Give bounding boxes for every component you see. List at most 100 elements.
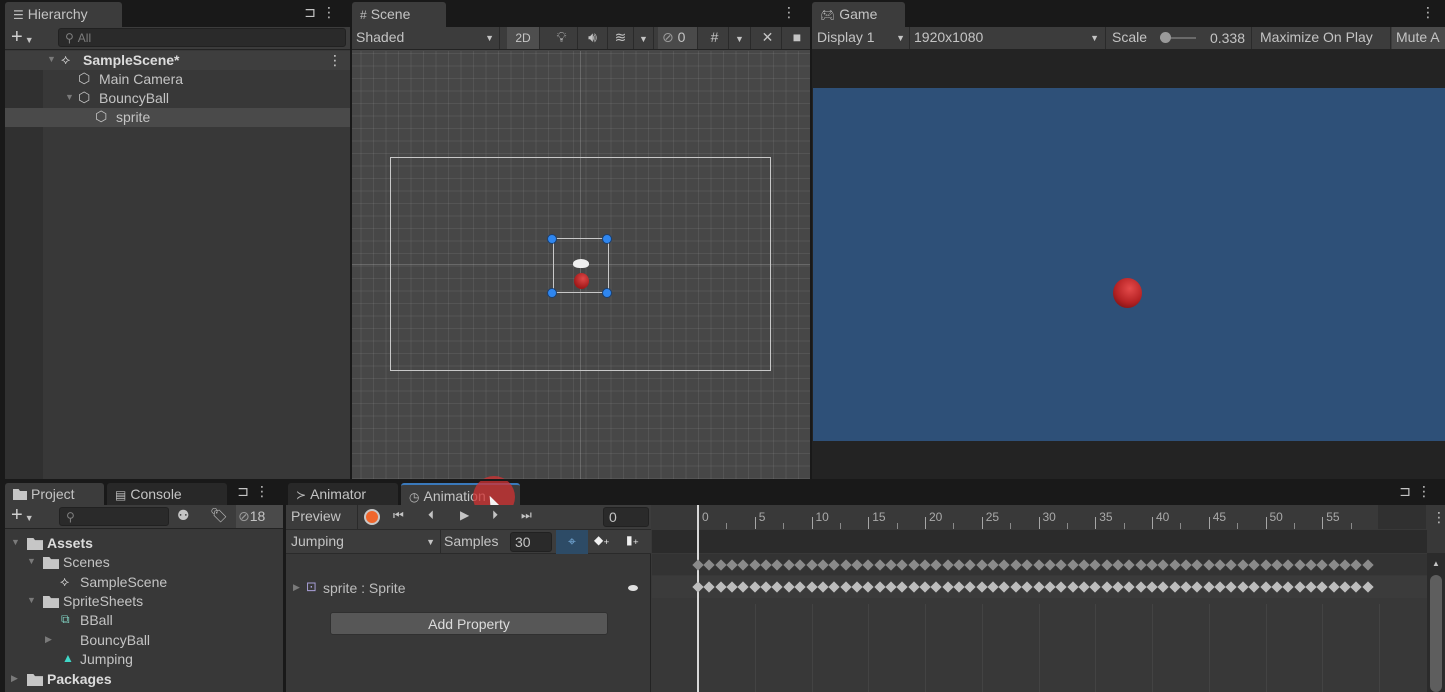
hidden-packages-toggle[interactable]: ⊘18 <box>236 505 283 528</box>
expand-arrow-icon[interactable]: ▼ <box>47 54 59 64</box>
lock-icon[interactable]: ⊐ <box>237 483 255 499</box>
project-row-assets[interactable]: ▼ Assets <box>5 534 283 553</box>
scene-viewport[interactable] <box>352 51 810 479</box>
window-divider <box>0 479 1445 481</box>
expand-arrow-icon[interactable]: ▼ <box>27 595 39 605</box>
expand-arrow-icon[interactable]: ▼ <box>65 92 77 102</box>
expand-arrow-icon[interactable]: ▼ <box>27 556 39 566</box>
project-row-jumping[interactable]: ▲ Jumping <box>5 650 283 669</box>
playhead[interactable] <box>697 505 699 692</box>
search-by-label-button[interactable]: 🏷︎ <box>210 507 228 524</box>
samples-input[interactable]: 30 <box>510 532 552 552</box>
2d-toggle-button[interactable]: 2D <box>507 27 540 49</box>
lock-icon[interactable]: ⊐ <box>1399 483 1417 499</box>
scene-visibility-toggle[interactable]: ⊘ 0 <box>658 27 698 49</box>
rect-handle-bottom-left[interactable] <box>547 288 557 298</box>
timeline-ruler[interactable]: 051015202530354045505560 <box>698 505 1426 529</box>
previous-keyframe-button[interactable]: ⏴ <box>428 508 434 523</box>
first-keyframe-button[interactable]: ⏮ <box>393 508 404 523</box>
last-keyframe-button[interactable]: ⏭ <box>521 508 532 523</box>
ruler-tick <box>754 517 756 529</box>
tab-console[interactable]: ▤ Console <box>107 483 227 506</box>
audio-toggle-button[interactable]: 🔊︎ <box>578 27 608 49</box>
grid-dropdown[interactable]: ▼ <box>729 27 751 49</box>
scroll-up-arrow-icon[interactable]: ▲ <box>1432 559 1440 568</box>
tab-scene[interactable]: # Scene <box>352 2 446 27</box>
project-row-samplescene[interactable]: ⟡ SampleScene <box>5 573 283 592</box>
rect-handle-top-left[interactable] <box>547 234 557 244</box>
ball-sprite[interactable] <box>574 273 589 289</box>
add-keyframe-button[interactable]: ◆₊ <box>594 533 610 547</box>
effects-dropdown[interactable]: ▼ <box>634 27 654 49</box>
ball-sprite <box>1113 278 1142 308</box>
expand-arrow-icon[interactable]: ▶ <box>293 582 305 593</box>
create-button[interactable]: + ▼ <box>11 504 34 527</box>
scale-slider-handle[interactable] <box>1160 32 1171 43</box>
timeline-gridline <box>1152 604 1153 692</box>
timeline-more-icon[interactable]: ⋮ <box>1432 509 1445 526</box>
lighting-toggle-button[interactable]: 💡︎ <box>546 27 578 49</box>
add-event-button[interactable]: ▮₊ <box>626 533 639 547</box>
more-menu-icon[interactable]: ⋮ <box>255 483 275 499</box>
project-panel: Project ▤ Console ⊐⋮ + ▼ ⚲ ⚉ 🏷︎ ⊘18 ▼ Asse… <box>5 481 283 692</box>
maximize-on-play-toggle[interactable]: Maximize On Play <box>1253 27 1391 49</box>
add-button[interactable]: + ▼ <box>11 26 34 49</box>
more-menu-icon[interactable]: ⋮ <box>782 4 802 20</box>
more-menu-icon[interactable]: ⋮ <box>1421 4 1441 20</box>
grid-toggle-button[interactable]: # <box>701 27 729 49</box>
hierarchy-row-scene[interactable]: ▼ ⟡ SampleScene* ⋮ <box>5 51 350 70</box>
project-search-input[interactable]: ⚲ <box>59 507 169 526</box>
project-row-spritesheets[interactable]: ▼ SpriteSheets <box>5 592 283 611</box>
game-viewport[interactable] <box>813 88 1445 441</box>
search-by-type-button[interactable]: ⚉ <box>177 507 190 524</box>
shading-mode-dropdown[interactable]: Shaded ▼ <box>352 27 500 49</box>
event-track[interactable] <box>652 530 1427 553</box>
scene-more-icon[interactable]: ⋮ <box>328 52 342 69</box>
mute-audio-toggle[interactable]: Mute A <box>1392 27 1445 49</box>
clip-dropdown[interactable]: Jumping ▼ <box>286 530 441 554</box>
more-menu-icon[interactable]: ⋮ <box>322 4 342 20</box>
rect-handle-top-right[interactable] <box>602 234 612 244</box>
project-row-scenes[interactable]: ▼ Scenes <box>5 553 283 572</box>
hierarchy-row-main-camera[interactable]: ⬡ Main Camera <box>5 70 350 89</box>
ruler-minor-tick <box>1293 523 1295 529</box>
tab-animator[interactable]: ≻ Animator <box>288 483 398 506</box>
ruler-tick <box>1322 517 1324 529</box>
filter-by-selection-toggle[interactable]: ⌖ <box>556 530 588 554</box>
project-row-bouncyball[interactable]: ▶ BouncyBall <box>5 631 283 650</box>
property-row[interactable]: ▶ ⊡ sprite : Sprite <box>286 577 650 599</box>
ruler-minor-tick <box>896 523 898 529</box>
more-menu-icon[interactable]: ⋮ <box>1417 483 1437 499</box>
tab-hierarchy[interactable]: ☰ Hierarchy <box>5 2 122 27</box>
add-property-button[interactable]: Add Property <box>330 612 608 635</box>
collapse-arrow-icon[interactable]: ▶ <box>11 673 23 684</box>
collapse-arrow-icon[interactable]: ▶ <box>45 634 57 645</box>
effects-toggle-button[interactable]: ≋ <box>608 27 634 49</box>
pivot-gizmo[interactable] <box>573 259 589 268</box>
hierarchy-row-sprite[interactable]: ⬡ sprite <box>5 108 350 127</box>
lock-icon[interactable]: ⊐ <box>304 4 322 20</box>
current-frame-input[interactable]: 0 <box>603 507 649 527</box>
display-dropdown[interactable]: Display 1 ▼ <box>812 27 910 49</box>
project-row-bball[interactable]: ⧉ BBall <box>5 611 283 630</box>
camera-button[interactable]: ■ <box>784 27 810 49</box>
tab-game[interactable]: 🎮︎ Game <box>812 2 905 27</box>
ruler-tick-label: 45 <box>1212 510 1227 524</box>
rect-handle-bottom-right[interactable] <box>602 288 612 298</box>
project-row-packages[interactable]: ▶ Packages <box>5 670 283 689</box>
console-icon: ▤ <box>115 488 127 502</box>
hierarchy-search-input[interactable]: ⚲ All <box>58 28 346 47</box>
resolution-dropdown[interactable]: 1920x1080 ▼ <box>910 27 1106 49</box>
next-keyframe-button[interactable]: ⏵ <box>492 508 498 523</box>
scrollbar-thumb[interactable] <box>1430 575 1442 692</box>
record-button[interactable] <box>364 509 380 525</box>
unity-scene-icon: ⟡ <box>60 573 70 589</box>
expand-arrow-icon[interactable]: ▼ <box>11 537 23 547</box>
tab-project[interactable]: Project <box>5 483 104 506</box>
preview-toggle[interactable]: Preview <box>286 505 358 529</box>
hierarchy-row-bouncyball[interactable]: ▼ ⬡ BouncyBall <box>5 89 350 108</box>
keyframe-indicator-icon[interactable] <box>628 585 638 591</box>
tools-button[interactable]: ✕ <box>754 27 782 49</box>
play-button[interactable]: ▶ <box>460 508 469 522</box>
timeline-scrollbar[interactable]: ▲ <box>1427 553 1445 692</box>
